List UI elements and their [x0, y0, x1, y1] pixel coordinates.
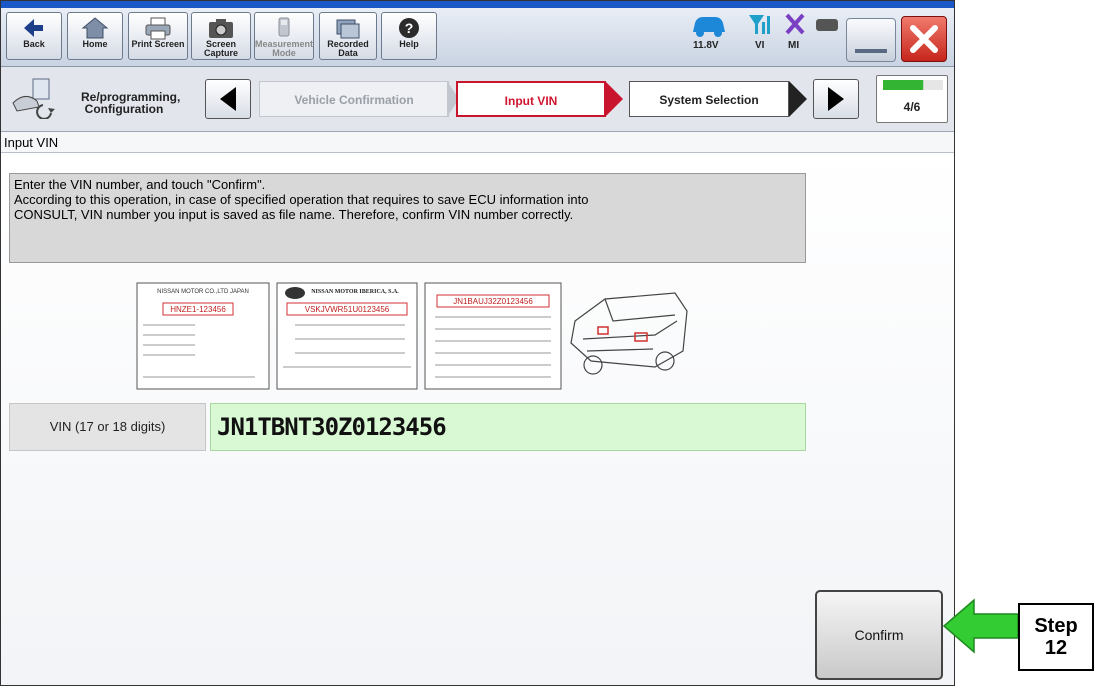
- vehicle-sketch-icon: [570, 292, 688, 375]
- car-battery-icon: [693, 17, 725, 37]
- step-callout-word: Step: [1034, 615, 1078, 637]
- progress-bar: [883, 80, 943, 90]
- vi-label: VI: [755, 40, 765, 51]
- previous-step-button[interactable]: [205, 79, 251, 119]
- right-triangle-icon: [828, 87, 844, 111]
- vin-input[interactable]: JN1TBNT30Z0123456: [210, 403, 806, 451]
- camera-icon: [209, 19, 233, 38]
- screen-capture-label: Screen Capture: [203, 39, 238, 58]
- signal-icon: [749, 15, 770, 34]
- instruction-line: Enter the VIN number, and touch "Confirm…: [14, 177, 266, 192]
- next-step-button[interactable]: [813, 79, 859, 119]
- plate1-vin: HNZE1-123456: [170, 305, 226, 314]
- reprogramming-icon: [12, 78, 55, 119]
- left-triangle-icon: [220, 87, 236, 111]
- plate2-header: NISSAN MOTOR IBERICA, S.A.: [311, 289, 399, 295]
- step-progress: 4/6: [876, 75, 948, 123]
- instruction-box: Enter the VIN number, and touch "Confirm…: [9, 173, 806, 263]
- step-callout: Step 12: [1018, 603, 1094, 671]
- plate3-vin: JN1BAUJ32Z0123456: [453, 297, 533, 306]
- svg-text:?: ?: [405, 20, 414, 36]
- close-button[interactable]: [901, 16, 947, 62]
- content-area: Enter the VIN number, and touch "Confirm…: [1, 153, 954, 685]
- instruction-line: According to this operation, in case of …: [14, 192, 589, 207]
- measurement-mode-label: Measurement Mode: [255, 39, 314, 58]
- meter-icon: [278, 17, 290, 37]
- progress-text: 4/6: [903, 100, 921, 114]
- screen-capture-button[interactable]: Screen Capture: [191, 12, 251, 60]
- minimize-button[interactable]: [846, 18, 896, 62]
- recorded-data-label: Recorded Data: [327, 39, 369, 58]
- voltage-label: 11.8V: [693, 40, 719, 51]
- printer-icon: [145, 17, 171, 40]
- home-button[interactable]: Home: [67, 12, 123, 60]
- reprogramming-section: Re/programming, Configuration: [9, 77, 199, 119]
- section-label: Re/programming, Configuration: [81, 90, 181, 116]
- back-label: Back: [23, 39, 45, 49]
- measurement-mode-button[interactable]: Measurement Mode: [254, 12, 314, 60]
- active-step-pointer-icon: [605, 81, 623, 117]
- help-icon: ?: [399, 18, 419, 38]
- confirm-button[interactable]: Confirm: [815, 590, 943, 680]
- home-label: Home: [82, 39, 108, 49]
- mi-disconnected-icon: [785, 13, 805, 35]
- recorded-data-icon: [336, 19, 360, 39]
- home-icon: [81, 17, 109, 39]
- status-area: 11.8V VI MI: [687, 12, 838, 60]
- instruction-line: CONSULT, VIN number you input is saved a…: [14, 207, 574, 222]
- back-arrow-icon: [24, 19, 43, 37]
- back-button[interactable]: Back: [6, 12, 62, 60]
- close-icon: [910, 25, 938, 53]
- consult-window: Back Home Print Screen Screen Capture Me…: [0, 0, 955, 686]
- step-system-selection: System Selection: [629, 81, 789, 117]
- step-callout-number: 12: [1044, 637, 1068, 659]
- help-label: Help: [399, 39, 419, 49]
- print-screen-label: Print Screen: [131, 39, 185, 49]
- help-button[interactable]: ? Help: [381, 12, 437, 60]
- plate1-header: NISSAN MOTOR CO.,LTD JAPAN: [157, 289, 249, 295]
- navigation-row: Re/programming, Configuration Vehicle Co…: [1, 67, 954, 132]
- step-input-vin: Input VIN: [456, 81, 606, 117]
- toolbar: Back Home Print Screen Screen Capture Me…: [1, 8, 954, 67]
- step-separator-icon: [789, 81, 807, 117]
- print-screen-button[interactable]: Print Screen: [128, 12, 188, 60]
- vin-label: VIN (17 or 18 digits): [9, 403, 206, 451]
- plate2-vin: VSKJVWR51U0123456: [305, 305, 390, 314]
- device-icon: [816, 19, 838, 31]
- page-title: Input VIN: [1, 132, 954, 153]
- recorded-data-button[interactable]: Recorded Data: [319, 12, 377, 60]
- step-vehicle-confirmation: Vehicle Confirmation: [259, 81, 449, 117]
- green-arrow-icon: [942, 598, 1019, 654]
- title-bar: [1, 1, 954, 8]
- mi-label: MI: [788, 40, 800, 51]
- vin-plate-examples-image: NISSAN MOTOR CO.,LTD JAPAN HNZE1-123456 …: [136, 282, 688, 390]
